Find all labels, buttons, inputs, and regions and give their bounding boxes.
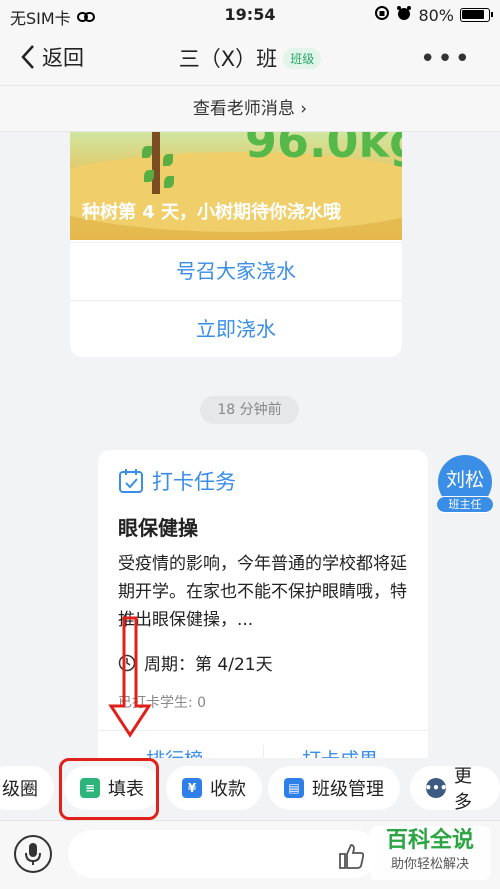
leaf-icon — [163, 154, 173, 166]
tree-banner: 96.0kg 种树第 4 天，小树期待你浇水哦 — [70, 132, 402, 240]
avatar-role-badge: 班主任 — [436, 496, 494, 513]
more-menu-button[interactable]: ••• — [420, 44, 472, 74]
tree-message: 种树第 4 天，小树期待你浇水哦 — [82, 202, 342, 223]
leaf-icon — [142, 146, 152, 158]
more-chip[interactable]: ••• 更多 — [410, 766, 500, 813]
status-bar: 无SIM卡 19:54 80% — [0, 0, 500, 30]
task-cycle-text: 周期：第 4/21天 — [144, 655, 273, 675]
more-label: 更多 — [454, 766, 472, 813]
yuan-icon: ¥ — [182, 778, 202, 798]
collect-payment-chip[interactable]: ¥ 收款 — [166, 766, 262, 810]
battery-percent: 80% — [418, 5, 454, 25]
watermark: 百科全说 助你轻松解决 — [370, 826, 490, 880]
message-time-label: 18 分钟前 — [200, 396, 299, 424]
leaf-icon — [144, 170, 154, 182]
more-icon: ••• — [425, 778, 448, 798]
message-input[interactable] — [68, 830, 378, 878]
task-name: 眼保健操 — [118, 516, 198, 540]
tree-card: 96.0kg 种树第 4 天，小树期待你浇水哦 号召大家浇水 立即浇水 — [70, 132, 402, 357]
task-description: 受疫情的影响，今年普通的学校都将延期开学。在家也不能不保护眼睛哦，特推出眼保健操… — [118, 554, 407, 630]
manage-icon: ▤ — [284, 778, 304, 798]
water-now-button[interactable]: 立即浇水 — [70, 300, 402, 357]
thumbs-up-icon[interactable] — [336, 841, 366, 871]
call-everyone-water-button[interactable]: 号召大家浇水 — [70, 242, 402, 299]
tree-trunk — [152, 132, 160, 194]
alarm-icon — [396, 5, 412, 25]
collect-payment-label: 收款 — [210, 779, 246, 800]
watermark-subtitle: 助你轻松解决 — [390, 857, 469, 872]
class-management-label: 班级管理 — [312, 779, 384, 800]
highlight-box — [59, 758, 159, 820]
leaf-icon — [164, 176, 174, 188]
watermark-title: 百科全说 — [385, 828, 474, 853]
check-in-task-card[interactable]: 打卡任务 眼保健操 受疫情的影响，今年普通的学校都将延期开学。在家也不能不保护眼… — [98, 450, 428, 790]
view-teacher-messages-link[interactable]: 查看老师消息 › — [0, 85, 500, 132]
checked-in-count: 已打卡学生: 0 — [118, 695, 207, 711]
calendar-check-icon — [119, 469, 143, 493]
class-circle-chip[interactable]: 级圈 — [0, 766, 54, 810]
nav-bar: 返回 三（X）班 班级 ••• — [0, 30, 500, 85]
class-circle-label: 级圈 — [2, 779, 38, 800]
battery-icon — [460, 8, 493, 22]
rotation-lock-icon — [374, 5, 390, 25]
clock-icon — [118, 654, 136, 671]
task-cycle: 周期：第 4/21天 — [118, 650, 273, 675]
class-name: 三（X）班 — [178, 47, 278, 71]
class-management-chip[interactable]: ▤ 班级管理 — [268, 766, 400, 810]
tree-weight: 96.0kg — [245, 132, 402, 168]
class-tag: 班级 — [283, 48, 322, 69]
microphone-icon — [25, 843, 41, 865]
task-card-header: 打卡任务 — [118, 466, 236, 496]
task-type-label: 打卡任务 — [152, 470, 236, 494]
voice-input-button[interactable] — [14, 835, 52, 873]
